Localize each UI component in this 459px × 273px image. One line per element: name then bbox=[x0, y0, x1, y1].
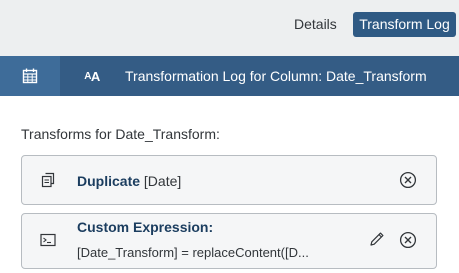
transform-card-duplicate[interactable]: Duplicate [Date] bbox=[21, 155, 437, 205]
transform-card-custom-expression[interactable]: Custom Expression: [Date_Transform] = re… bbox=[21, 213, 437, 269]
date-type-button[interactable] bbox=[0, 56, 60, 96]
text-size-button[interactable]: AA bbox=[72, 56, 112, 96]
remove-icon[interactable] bbox=[399, 231, 417, 249]
transform-name: Custom Expression: bbox=[77, 219, 214, 235]
transform-name: Duplicate bbox=[77, 173, 141, 189]
top-tab-bar: Details Transform Log bbox=[0, 0, 459, 56]
column-header-bar: AA Transformation Log for Column: Date_T… bbox=[0, 56, 459, 96]
transform-detail: [Date_Transform] = replaceContent([D... bbox=[77, 245, 309, 260]
text-size-small-glyph: A bbox=[84, 70, 91, 82]
header-title: Transformation Log for Column: Date_Tran… bbox=[125, 68, 427, 84]
duplicate-icon bbox=[41, 172, 55, 188]
tab-transform-log[interactable]: Transform Log bbox=[353, 12, 456, 37]
text-size-large-glyph: A bbox=[90, 68, 100, 84]
transform-title: Duplicate [Date] bbox=[77, 173, 181, 189]
transform-detail: [Date] bbox=[140, 173, 182, 189]
pencil-icon[interactable] bbox=[369, 231, 385, 247]
remove-icon[interactable] bbox=[399, 171, 417, 189]
tab-details[interactable]: Details bbox=[285, 12, 346, 37]
transforms-section-label: Transforms for Date_Transform: bbox=[21, 126, 220, 142]
expression-icon bbox=[40, 233, 56, 247]
calendar-icon bbox=[22, 68, 38, 84]
